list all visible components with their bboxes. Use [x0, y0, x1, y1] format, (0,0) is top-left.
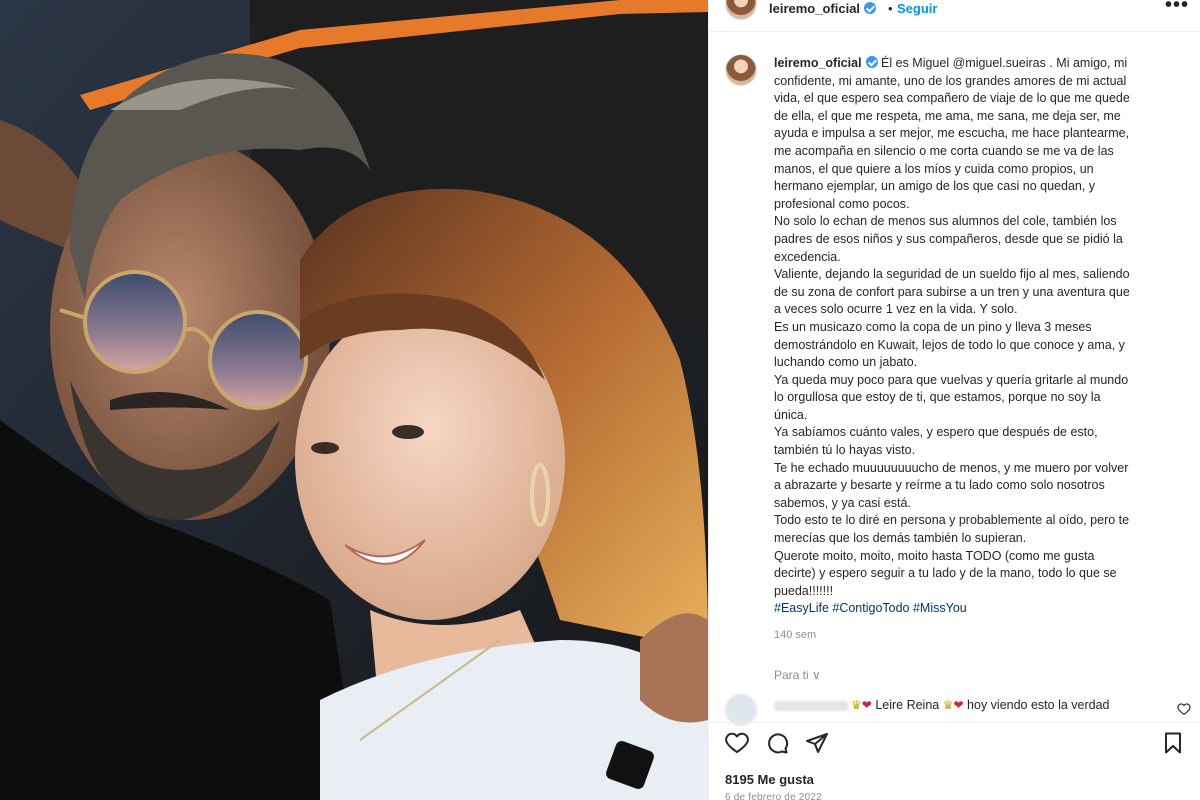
caption-time-ago[interactable]: 140 sem	[774, 629, 816, 641]
verified-badge-icon	[864, 2, 877, 14]
comment-like-heart-icon[interactable]	[1177, 702, 1191, 716]
caption-line: ayuda e impulsa a ser mejor, me escucha,…	[774, 126, 1130, 141]
caption-line-text: Él es Miguel @miguel.sueiras . Mi amigo,…	[881, 56, 1128, 70]
post-actions-bar	[725, 731, 1185, 755]
caption-line: Es un musicazo como la copa de un pino y…	[774, 319, 1092, 334]
caption-line: profesional como pocos.	[774, 196, 910, 211]
comment-icon[interactable]	[765, 731, 789, 755]
caption-line: decirte) y espero seguir a tu lado y de …	[774, 566, 1117, 581]
header-divider	[709, 31, 1200, 32]
caption-line: a veces solo ocurre 1 vez en la vida. Y …	[774, 302, 1018, 317]
caption-username[interactable]: leiremo_oficial	[774, 56, 862, 70]
caption-line: me acompaña en silencio o me corta cuand…	[774, 143, 1114, 158]
heart-emoji-icon: ❤	[861, 698, 872, 712]
post-photo[interactable]	[0, 0, 708, 800]
caption-line: de su zona de confort para subirse a un …	[774, 284, 1130, 299]
caption-line: sabemos, y ya casi está.	[774, 495, 911, 510]
caption-line: luchando como un jabato.	[774, 355, 918, 370]
share-icon[interactable]	[805, 731, 829, 755]
caption-line: manos, el que quiere a los míos y cuida …	[774, 161, 1094, 176]
caption-line: merecías que los demás también lo supier…	[774, 531, 1027, 546]
caption-line: Ya queda muy poco para que vuelvas y que…	[774, 372, 1129, 387]
more-options-icon[interactable]: •••	[1165, 0, 1189, 17]
caption-line: también tú lo hayas visto.	[774, 443, 916, 458]
caption-line: a abrazarte y besarte y reírme a tu lado…	[774, 478, 1105, 493]
actions-divider	[709, 722, 1200, 723]
caption-line: confidente, mi amante, uno de los grande…	[774, 73, 1127, 88]
heart-icon[interactable]	[725, 731, 749, 755]
caption-line: Valiente, dejando la seguridad de un sue…	[774, 267, 1130, 282]
heart-emoji-icon: ❤	[953, 698, 964, 712]
caption-line: Querote moito, moito, moito hasta TODO (…	[774, 548, 1095, 563]
comment-text: ♛❤ Leire Reina ♛❤ hoy viendo esto la ver…	[851, 698, 1110, 712]
caption-line: pueda!!!!!!!	[774, 583, 834, 598]
caption-line: padres de esos niños y sus compañeros, d…	[774, 231, 1123, 246]
caption-line: Todo esto te lo diré en persona y probab…	[774, 513, 1130, 528]
comment-text-b: hoy viendo esto la verdad	[967, 698, 1110, 712]
follow-button[interactable]: Seguir	[897, 1, 937, 16]
caption-line: única.	[774, 407, 808, 422]
caption-line: No solo lo echan de menos sus alumnos de…	[774, 214, 1117, 229]
caption-line: lo orgullosa que estoy de ti, que estamo…	[774, 390, 1101, 405]
author-avatar[interactable]	[725, 0, 757, 20]
crown-emoji-icon: ♛	[942, 698, 954, 712]
caption-line: Ya sabíamos cuánto vales, y espero que d…	[774, 425, 1098, 440]
caption-line: excedencia.	[774, 249, 841, 264]
post-header: leiremo_oficial • Seguir •••	[709, 0, 1200, 20]
author-username[interactable]: leiremo_oficial	[769, 1, 877, 16]
post-detail-panel: leiremo_oficial • Seguir ••• leiremo_ofi…	[708, 0, 1200, 800]
author-username-text[interactable]: leiremo_oficial	[769, 1, 860, 16]
for-you-toggle[interactable]: Para ti ∨	[774, 668, 821, 682]
caption-text: leiremo_oficial Él es Miguel @miguel.sue…	[774, 55, 1176, 618]
caption-line: hermano ejemplar, un amigo de los que ca…	[774, 179, 1096, 194]
caption-hashtags[interactable]: #EasyLife #ContigoTodo #MissYou	[774, 600, 1176, 618]
couple-selfie-image	[0, 0, 708, 800]
separator-dot: •	[888, 1, 893, 16]
caption-author-avatar[interactable]	[725, 54, 757, 86]
caption-line: de ella, el que me respeta, me ama, me s…	[774, 108, 1121, 123]
post-date[interactable]: 6 de febrero de 2022	[725, 792, 822, 800]
caption-line: vida, el que espero sea compañero de via…	[774, 91, 1130, 106]
likes-count[interactable]: 8195 Me gusta	[725, 772, 814, 787]
caption-line: Te he echado muuuuuuuucho de menos, y me…	[774, 460, 1129, 475]
verified-badge-icon	[865, 56, 878, 68]
comment-text-a: Leire Reina	[875, 698, 940, 712]
caption-line: leiremo_oficial Él es Miguel @miguel.sue…	[774, 55, 1176, 73]
caption-line: demostrándolo en Kuwait, lejos de todo l…	[774, 337, 1125, 352]
comment-item: ♛❤ Leire Reina ♛❤ hoy viendo esto la ver…	[725, 692, 1195, 726]
commenter-username-blurred[interactable]	[774, 701, 848, 711]
bookmark-icon[interactable]	[1161, 731, 1185, 755]
crown-emoji-icon: ♛	[851, 698, 862, 712]
